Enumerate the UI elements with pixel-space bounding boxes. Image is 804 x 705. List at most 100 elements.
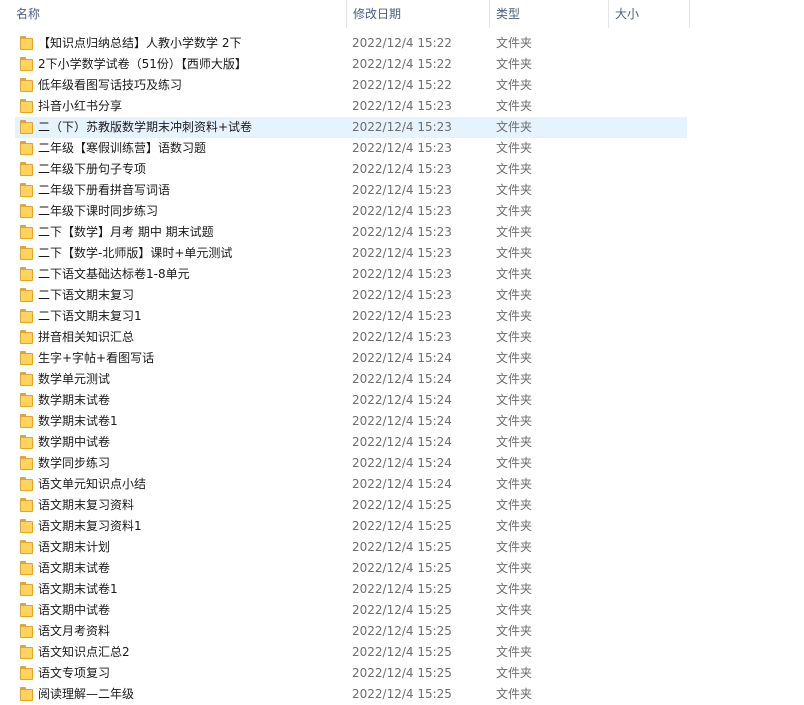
file-row[interactable]: 【知识点归纳总结】人教小学数学 2下 2022/12/4 15:22 文件夹 [15,33,687,54]
file-name[interactable]: 语文期末复习资料1 [38,516,142,537]
file-row[interactable]: 生字+字帖+看图写话 2022/12/4 15:24 文件夹 [15,348,687,369]
file-name[interactable]: 二（下）苏教版数学期末冲刺资料+试卷 [38,117,252,138]
file-row[interactable]: 语文期末复习资料1 2022/12/4 15:25 文件夹 [15,516,687,537]
file-date: 2022/12/4 15:23 [352,225,452,239]
file-type: 文件夹 [496,309,533,323]
file-name[interactable]: 拼音相关知识汇总 [38,327,134,348]
file-row[interactable]: 语文知识点汇总2 2022/12/4 15:25 文件夹 [15,642,687,663]
folder-icon [19,120,35,134]
file-row[interactable]: 语文专项复习 2022/12/4 15:25 文件夹 [15,663,687,684]
file-row[interactable]: 数学同步练习 2022/12/4 15:24 文件夹 [15,453,687,474]
file-row[interactable]: 二下【数学-北师版】课时+单元测试 2022/12/4 15:23 文件夹 [15,243,687,264]
column-header-date[interactable]: 修改日期 [347,0,490,28]
file-row[interactable]: 二（下）苏教版数学期末冲刺资料+试卷 2022/12/4 15:23 文件夹 [15,117,687,138]
file-name[interactable]: 数学期中试卷 [38,432,110,453]
sort-ascending-icon: ^ [183,0,193,7]
file-name[interactable]: 2下小学数学试卷（51份）【西师大版】 [38,54,247,75]
file-type: 文件夹 [496,435,533,449]
file-row[interactable]: 二下语文期末复习 2022/12/4 15:23 文件夹 [15,285,687,306]
file-row[interactable]: 语文期中试卷 2022/12/4 15:25 文件夹 [15,600,687,621]
file-row[interactable]: 语文月考资料 2022/12/4 15:25 文件夹 [15,621,687,642]
file-row[interactable]: 阅读理解—二年级 2022/12/4 15:25 文件夹 [15,684,687,705]
file-row[interactable]: 语文单元知识点小结 2022/12/4 15:24 文件夹 [15,474,687,495]
file-name[interactable]: 阅读理解—二年级 [38,684,134,705]
file-name[interactable]: 语文单元知识点小结 [38,474,146,495]
file-row[interactable]: 抖音小红书分享 2022/12/4 15:23 文件夹 [15,96,687,117]
file-date: 2022/12/4 15:25 [352,540,452,554]
file-row[interactable]: 数学期末试卷1 2022/12/4 15:24 文件夹 [15,411,687,432]
file-row[interactable]: 二年级【寒假训练营】语数习题 2022/12/4 15:23 文件夹 [15,138,687,159]
file-row[interactable]: 数学期中试卷 2022/12/4 15:24 文件夹 [15,432,687,453]
file-date: 2022/12/4 15:23 [352,330,452,344]
file-row[interactable]: 低年级看图写话技巧及练习 2022/12/4 15:22 文件夹 [15,75,687,96]
file-name[interactable]: 二年级【寒假训练营】语数习题 [38,138,206,159]
file-name[interactable]: 二下语文基础达标卷1-8单元 [38,264,190,285]
file-name[interactable]: 数学期末试卷 [38,390,110,411]
file-name[interactable]: 数学单元测试 [38,369,110,390]
file-name[interactable]: 语文期末试卷1 [38,579,118,600]
file-name[interactable]: 二下【数学-北师版】课时+单元测试 [38,243,232,264]
file-name[interactable]: 语文期末计划 [38,537,110,558]
file-type: 文件夹 [496,561,533,575]
file-row[interactable]: 二年级下册看拼音写词语 2022/12/4 15:23 文件夹 [15,180,687,201]
file-row[interactable]: 二年级下册句子专项 2022/12/4 15:23 文件夹 [15,159,687,180]
column-divider[interactable] [689,0,690,28]
column-header-name[interactable]: ^ 名称 [10,0,347,28]
file-name[interactable]: 语文期中试卷 [38,600,110,621]
file-row[interactable]: 2下小学数学试卷（51份）【西师大版】 2022/12/4 15:22 文件夹 [15,54,687,75]
file-row[interactable]: 二下语文基础达标卷1-8单元 2022/12/4 15:23 文件夹 [15,264,687,285]
file-row[interactable]: 二下语文期末复习1 2022/12/4 15:23 文件夹 [15,306,687,327]
file-row[interactable]: 语文期末计划 2022/12/4 15:25 文件夹 [15,537,687,558]
file-name[interactable]: 二年级下课时同步练习 [38,201,158,222]
file-row[interactable]: 数学单元测试 2022/12/4 15:24 文件夹 [15,369,687,390]
file-date: 2022/12/4 15:25 [352,624,452,638]
file-name[interactable]: 语文知识点汇总2 [38,642,130,663]
file-name[interactable]: 语文月考资料 [38,621,110,642]
file-date: 2022/12/4 15:24 [352,372,452,386]
file-type: 文件夹 [496,645,533,659]
file-row[interactable]: 二下【数学】月考 期中 期末试题 2022/12/4 15:23 文件夹 [15,222,687,243]
file-row[interactable]: 拼音相关知识汇总 2022/12/4 15:23 文件夹 [15,327,687,348]
folder-icon [19,183,35,197]
file-name[interactable]: 二下【数学】月考 期中 期末试题 [38,222,214,243]
file-row[interactable]: 二年级下课时同步练习 2022/12/4 15:23 文件夹 [15,201,687,222]
folder-icon [19,288,35,302]
folder-icon [19,645,35,659]
folder-icon [19,204,35,218]
column-header-type[interactable]: 类型 [490,0,609,28]
file-type: 文件夹 [496,414,533,428]
file-date: 2022/12/4 15:24 [352,414,452,428]
file-name[interactable]: 数学同步练习 [38,453,110,474]
folder-icon [19,498,35,512]
column-header-name-label: 名称 [16,7,41,21]
file-name[interactable]: 【知识点归纳总结】人教小学数学 2下 [38,33,241,54]
file-row[interactable]: 数学期末试卷 2022/12/4 15:24 文件夹 [15,390,687,411]
file-date: 2022/12/4 15:24 [352,351,452,365]
file-type: 文件夹 [496,393,533,407]
file-date: 2022/12/4 15:25 [352,582,452,596]
file-name[interactable]: 二年级下册句子专项 [38,159,146,180]
file-name[interactable]: 二下语文期末复习 [38,285,134,306]
file-name[interactable]: 语文期末试卷 [38,558,110,579]
file-date: 2022/12/4 15:23 [352,309,452,323]
file-row[interactable]: 语文期末复习资料 2022/12/4 15:25 文件夹 [15,495,687,516]
folder-icon [19,393,35,407]
file-name[interactable]: 低年级看图写话技巧及练习 [38,75,182,96]
file-name[interactable]: 语文专项复习 [38,663,110,684]
folder-icon [19,582,35,596]
file-name[interactable]: 语文期末复习资料 [38,495,134,516]
file-type: 文件夹 [496,477,533,491]
file-name[interactable]: 生字+字帖+看图写话 [38,348,154,369]
folder-icon [19,78,35,92]
file-type: 文件夹 [496,120,533,134]
file-name[interactable]: 二下语文期末复习1 [38,306,142,327]
column-header-size[interactable]: 大小 [609,0,690,28]
file-row[interactable]: 语文期末试卷1 2022/12/4 15:25 文件夹 [15,579,687,600]
file-row[interactable]: 语文期末试卷 2022/12/4 15:25 文件夹 [15,558,687,579]
file-date: 2022/12/4 15:25 [352,603,452,617]
file-name[interactable]: 二年级下册看拼音写词语 [38,180,170,201]
folder-icon [19,99,35,113]
file-name[interactable]: 抖音小红书分享 [38,96,122,117]
file-name[interactable]: 数学期末试卷1 [38,411,118,432]
folder-icon [19,666,35,680]
